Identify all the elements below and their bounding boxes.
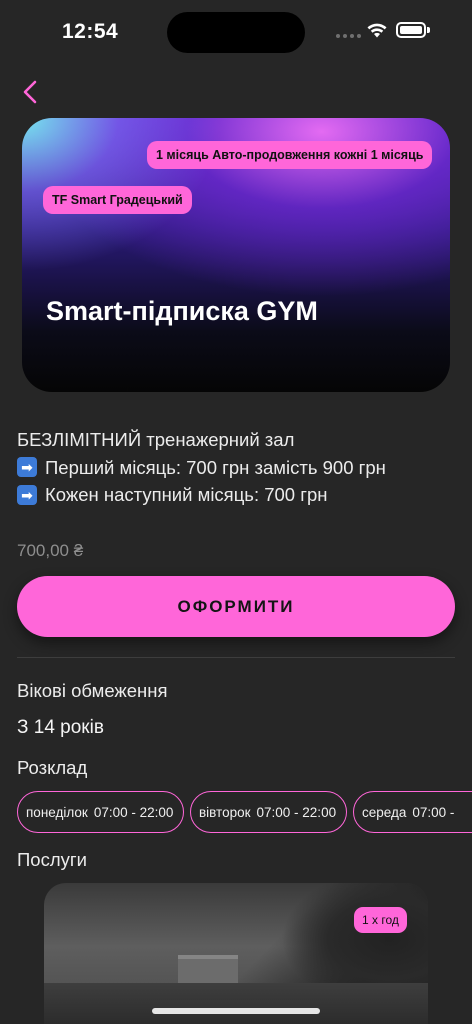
status-bar: 12:54	[0, 0, 472, 64]
description: БЕЗЛІМІТНИЙ тренажерний зал ➡ Перший міс…	[17, 426, 386, 509]
description-line-3: Кожен наступний місяць: 700 грн	[45, 484, 328, 505]
description-line-2: Перший місяць: 700 грн замість 900 грн	[45, 456, 386, 478]
service-duration-badge: 1 х год	[354, 907, 407, 933]
service-card[interactable]: 1 х год	[44, 883, 428, 1024]
schedule-day: понеділок	[26, 804, 88, 820]
description-line: ➡ Перший місяць: 700 грн замість 900 грн	[17, 454, 386, 482]
renewal-pill: 1 місяць Авто-продовження кожні 1 місяць	[147, 141, 433, 169]
home-indicator[interactable]	[152, 1008, 320, 1014]
battery-icon	[396, 22, 426, 38]
battery-nub	[427, 27, 430, 33]
schedule-hours: 07:00 - 22:00	[93, 804, 174, 820]
schedule-chip-tuesday[interactable]: вівторок 07:00 - 22:00	[190, 791, 347, 833]
subscription-card: 1 місяць Авто-продовження кожні 1 місяць…	[22, 118, 450, 392]
schedule-day: вівторок	[199, 804, 251, 820]
subscription-title: Smart-підписка GYM	[46, 296, 318, 326]
cellular-signal-icon	[336, 34, 361, 38]
dynamic-island	[167, 12, 305, 53]
schedule-day: середа	[362, 804, 407, 820]
schedule-hours: 07:00 - 22:00	[256, 804, 337, 820]
schedule-chip-wednesday[interactable]: середа 07:00 -	[353, 791, 472, 833]
schedule-chip-monday[interactable]: понеділок 07:00 - 22:00	[17, 791, 184, 833]
description-line: БЕЗЛІМІТНИЙ тренажерний зал	[17, 426, 386, 454]
checkout-button[interactable]: ОФОРМИТИ	[17, 576, 455, 637]
description-line-1: БЕЗЛІМІТНИЙ тренажерний зал	[17, 429, 295, 450]
wifi-icon	[367, 23, 387, 38]
schedule-hours: 07:00 -	[412, 804, 455, 820]
price: 700,00 ₴	[17, 541, 84, 560]
arrow-right-icon: ➡	[17, 484, 37, 505]
description-line: ➡ Кожен наступний місяць: 700 грн	[17, 481, 386, 509]
arrow-right-icon: ➡	[17, 457, 37, 478]
status-time: 12:54	[62, 20, 119, 43]
schedule-chips[interactable]: понеділок 07:00 - 22:00 вівторок 07:00 -…	[17, 791, 472, 835]
age-restrictions-label: Вікові обмеження	[17, 680, 168, 701]
divider	[17, 657, 455, 658]
back-chevron-icon[interactable]	[18, 78, 44, 106]
age-restrictions-value: З 14 років	[17, 717, 104, 738]
service-photo-floor	[44, 983, 428, 1024]
club-pill: TF Smart Градецький	[43, 186, 192, 214]
services-label: Послуги	[17, 849, 87, 870]
schedule-label: Розклад	[17, 757, 88, 778]
